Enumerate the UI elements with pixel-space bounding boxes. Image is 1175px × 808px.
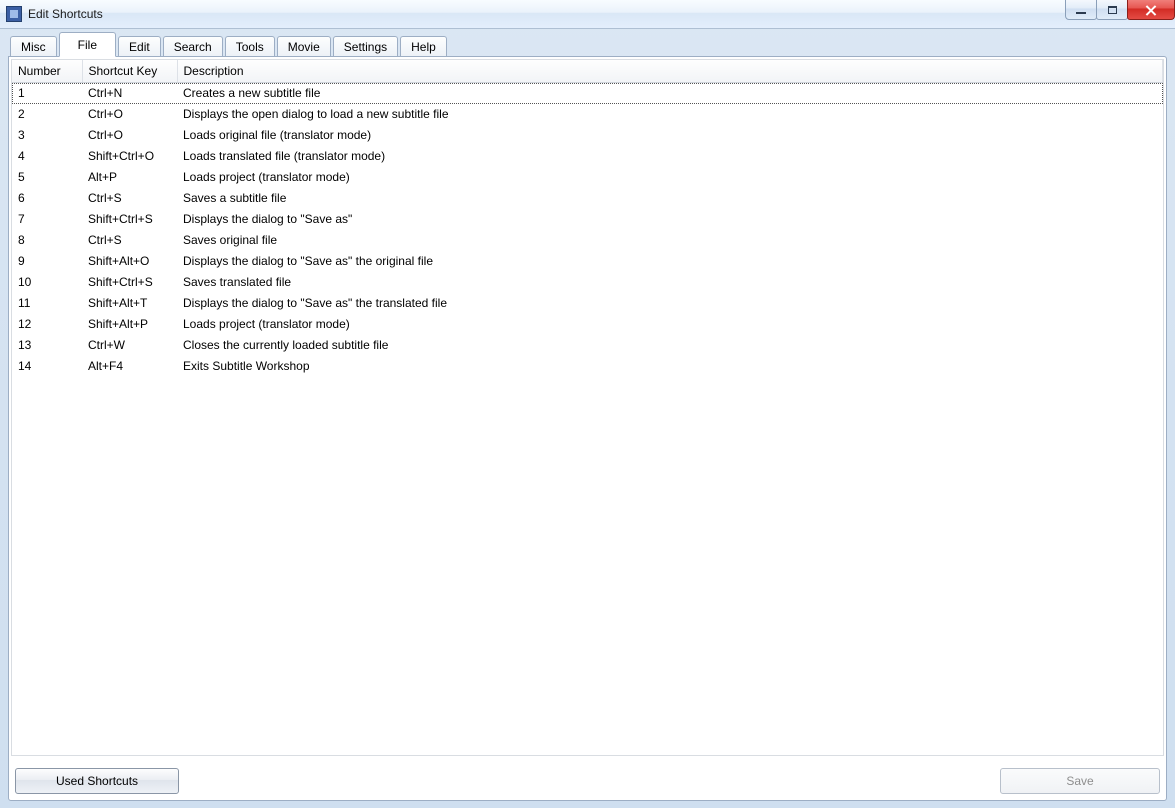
cell-key: Ctrl+O (82, 125, 177, 146)
cell-desc: Loads project (translator mode) (177, 167, 1163, 188)
cell-number: 6 (12, 188, 82, 209)
content-panel: Number Shortcut Key Description 1Ctrl+NC… (8, 56, 1167, 801)
cell-key: Shift+Alt+T (82, 293, 177, 314)
button-bar: Used Shortcuts Save (9, 758, 1166, 800)
tab-tools[interactable]: Tools (225, 36, 275, 58)
tab-help[interactable]: Help (400, 36, 447, 58)
cell-desc: Displays the open dialog to load a new s… (177, 104, 1163, 125)
table-row[interactable]: 11Shift+Alt+TDisplays the dialog to "Sav… (12, 293, 1163, 314)
cell-key: Ctrl+S (82, 188, 177, 209)
close-button[interactable] (1127, 0, 1175, 20)
cell-desc: Displays the dialog to "Save as" the tra… (177, 293, 1163, 314)
shortcut-table: Number Shortcut Key Description 1Ctrl+NC… (12, 60, 1163, 377)
cell-number: 14 (12, 356, 82, 377)
cell-number: 8 (12, 230, 82, 251)
tab-movie[interactable]: Movie (277, 36, 331, 58)
table-row[interactable]: 6Ctrl+SSaves a subtitle file (12, 188, 1163, 209)
cell-desc: Displays the dialog to "Save as" the ori… (177, 251, 1163, 272)
minimize-icon (1076, 12, 1086, 14)
used-shortcuts-button[interactable]: Used Shortcuts (15, 768, 179, 794)
column-header-shortcut-key[interactable]: Shortcut Key (82, 60, 177, 83)
cell-desc: Saves original file (177, 230, 1163, 251)
save-button[interactable]: Save (1000, 768, 1160, 794)
window-controls (1066, 0, 1175, 20)
titlebar: Edit Shortcuts (0, 0, 1175, 29)
cell-key: Shift+Ctrl+S (82, 272, 177, 293)
cell-desc: Loads original file (translator mode) (177, 125, 1163, 146)
cell-number: 2 (12, 104, 82, 125)
table-row[interactable]: 5Alt+PLoads project (translator mode) (12, 167, 1163, 188)
table-row[interactable]: 8Ctrl+SSaves original file (12, 230, 1163, 251)
table-row[interactable]: 4Shift+Ctrl+OLoads translated file (tran… (12, 146, 1163, 167)
tab-file[interactable]: File (59, 32, 116, 57)
cell-desc: Displays the dialog to "Save as" (177, 209, 1163, 230)
window-title: Edit Shortcuts (28, 7, 103, 21)
maximize-button[interactable] (1096, 0, 1128, 20)
cell-number: 11 (12, 293, 82, 314)
window-body: MiscFileEditSearchToolsMovieSettingsHelp… (0, 29, 1175, 808)
table-header-row: Number Shortcut Key Description (12, 60, 1163, 83)
table-row[interactable]: 9Shift+Alt+ODisplays the dialog to "Save… (12, 251, 1163, 272)
cell-key: Ctrl+N (82, 83, 177, 104)
table-row[interactable]: 10Shift+Ctrl+SSaves translated file (12, 272, 1163, 293)
cell-key: Shift+Alt+O (82, 251, 177, 272)
cell-number: 5 (12, 167, 82, 188)
cell-number: 4 (12, 146, 82, 167)
cell-desc: Saves a subtitle file (177, 188, 1163, 209)
table-row[interactable]: 7Shift+Ctrl+SDisplays the dialog to "Sav… (12, 209, 1163, 230)
cell-number: 9 (12, 251, 82, 272)
maximize-icon (1108, 6, 1117, 14)
cell-desc: Saves translated file (177, 272, 1163, 293)
cell-desc: Closes the currently loaded subtitle fil… (177, 335, 1163, 356)
column-header-description[interactable]: Description (177, 60, 1163, 83)
cell-number: 12 (12, 314, 82, 335)
app-icon (6, 6, 22, 22)
cell-number: 7 (12, 209, 82, 230)
table-row[interactable]: 3Ctrl+OLoads original file (translator m… (12, 125, 1163, 146)
tab-edit[interactable]: Edit (118, 36, 161, 58)
cell-desc: Creates a new subtitle file (177, 83, 1163, 104)
cell-key: Shift+Alt+P (82, 314, 177, 335)
cell-number: 1 (12, 83, 82, 104)
cell-number: 10 (12, 272, 82, 293)
minimize-button[interactable] (1065, 0, 1097, 20)
tab-misc[interactable]: Misc (10, 36, 57, 58)
cell-key: Ctrl+O (82, 104, 177, 125)
table-row[interactable]: 2Ctrl+ODisplays the open dialog to load … (12, 104, 1163, 125)
cell-key: Ctrl+W (82, 335, 177, 356)
table-row[interactable]: 14Alt+F4Exits Subtitle Workshop (12, 356, 1163, 377)
cell-desc: Exits Subtitle Workshop (177, 356, 1163, 377)
cell-key: Ctrl+S (82, 230, 177, 251)
tab-settings[interactable]: Settings (333, 36, 398, 58)
tab-bar: MiscFileEditSearchToolsMovieSettingsHelp (8, 33, 1167, 57)
cell-key: Alt+F4 (82, 356, 177, 377)
table-row[interactable]: 13Ctrl+WCloses the currently loaded subt… (12, 335, 1163, 356)
cell-number: 13 (12, 335, 82, 356)
tab-search[interactable]: Search (163, 36, 223, 58)
shortcut-table-container: Number Shortcut Key Description 1Ctrl+NC… (11, 59, 1164, 756)
cell-key: Shift+Ctrl+O (82, 146, 177, 167)
cell-key: Shift+Ctrl+S (82, 209, 177, 230)
cell-number: 3 (12, 125, 82, 146)
cell-key: Alt+P (82, 167, 177, 188)
table-row[interactable]: 1Ctrl+NCreates a new subtitle file (12, 83, 1163, 104)
cell-desc: Loads project (translator mode) (177, 314, 1163, 335)
cell-desc: Loads translated file (translator mode) (177, 146, 1163, 167)
column-header-number[interactable]: Number (12, 60, 82, 83)
table-row[interactable]: 12Shift+Alt+PLoads project (translator m… (12, 314, 1163, 335)
close-icon (1145, 5, 1157, 15)
